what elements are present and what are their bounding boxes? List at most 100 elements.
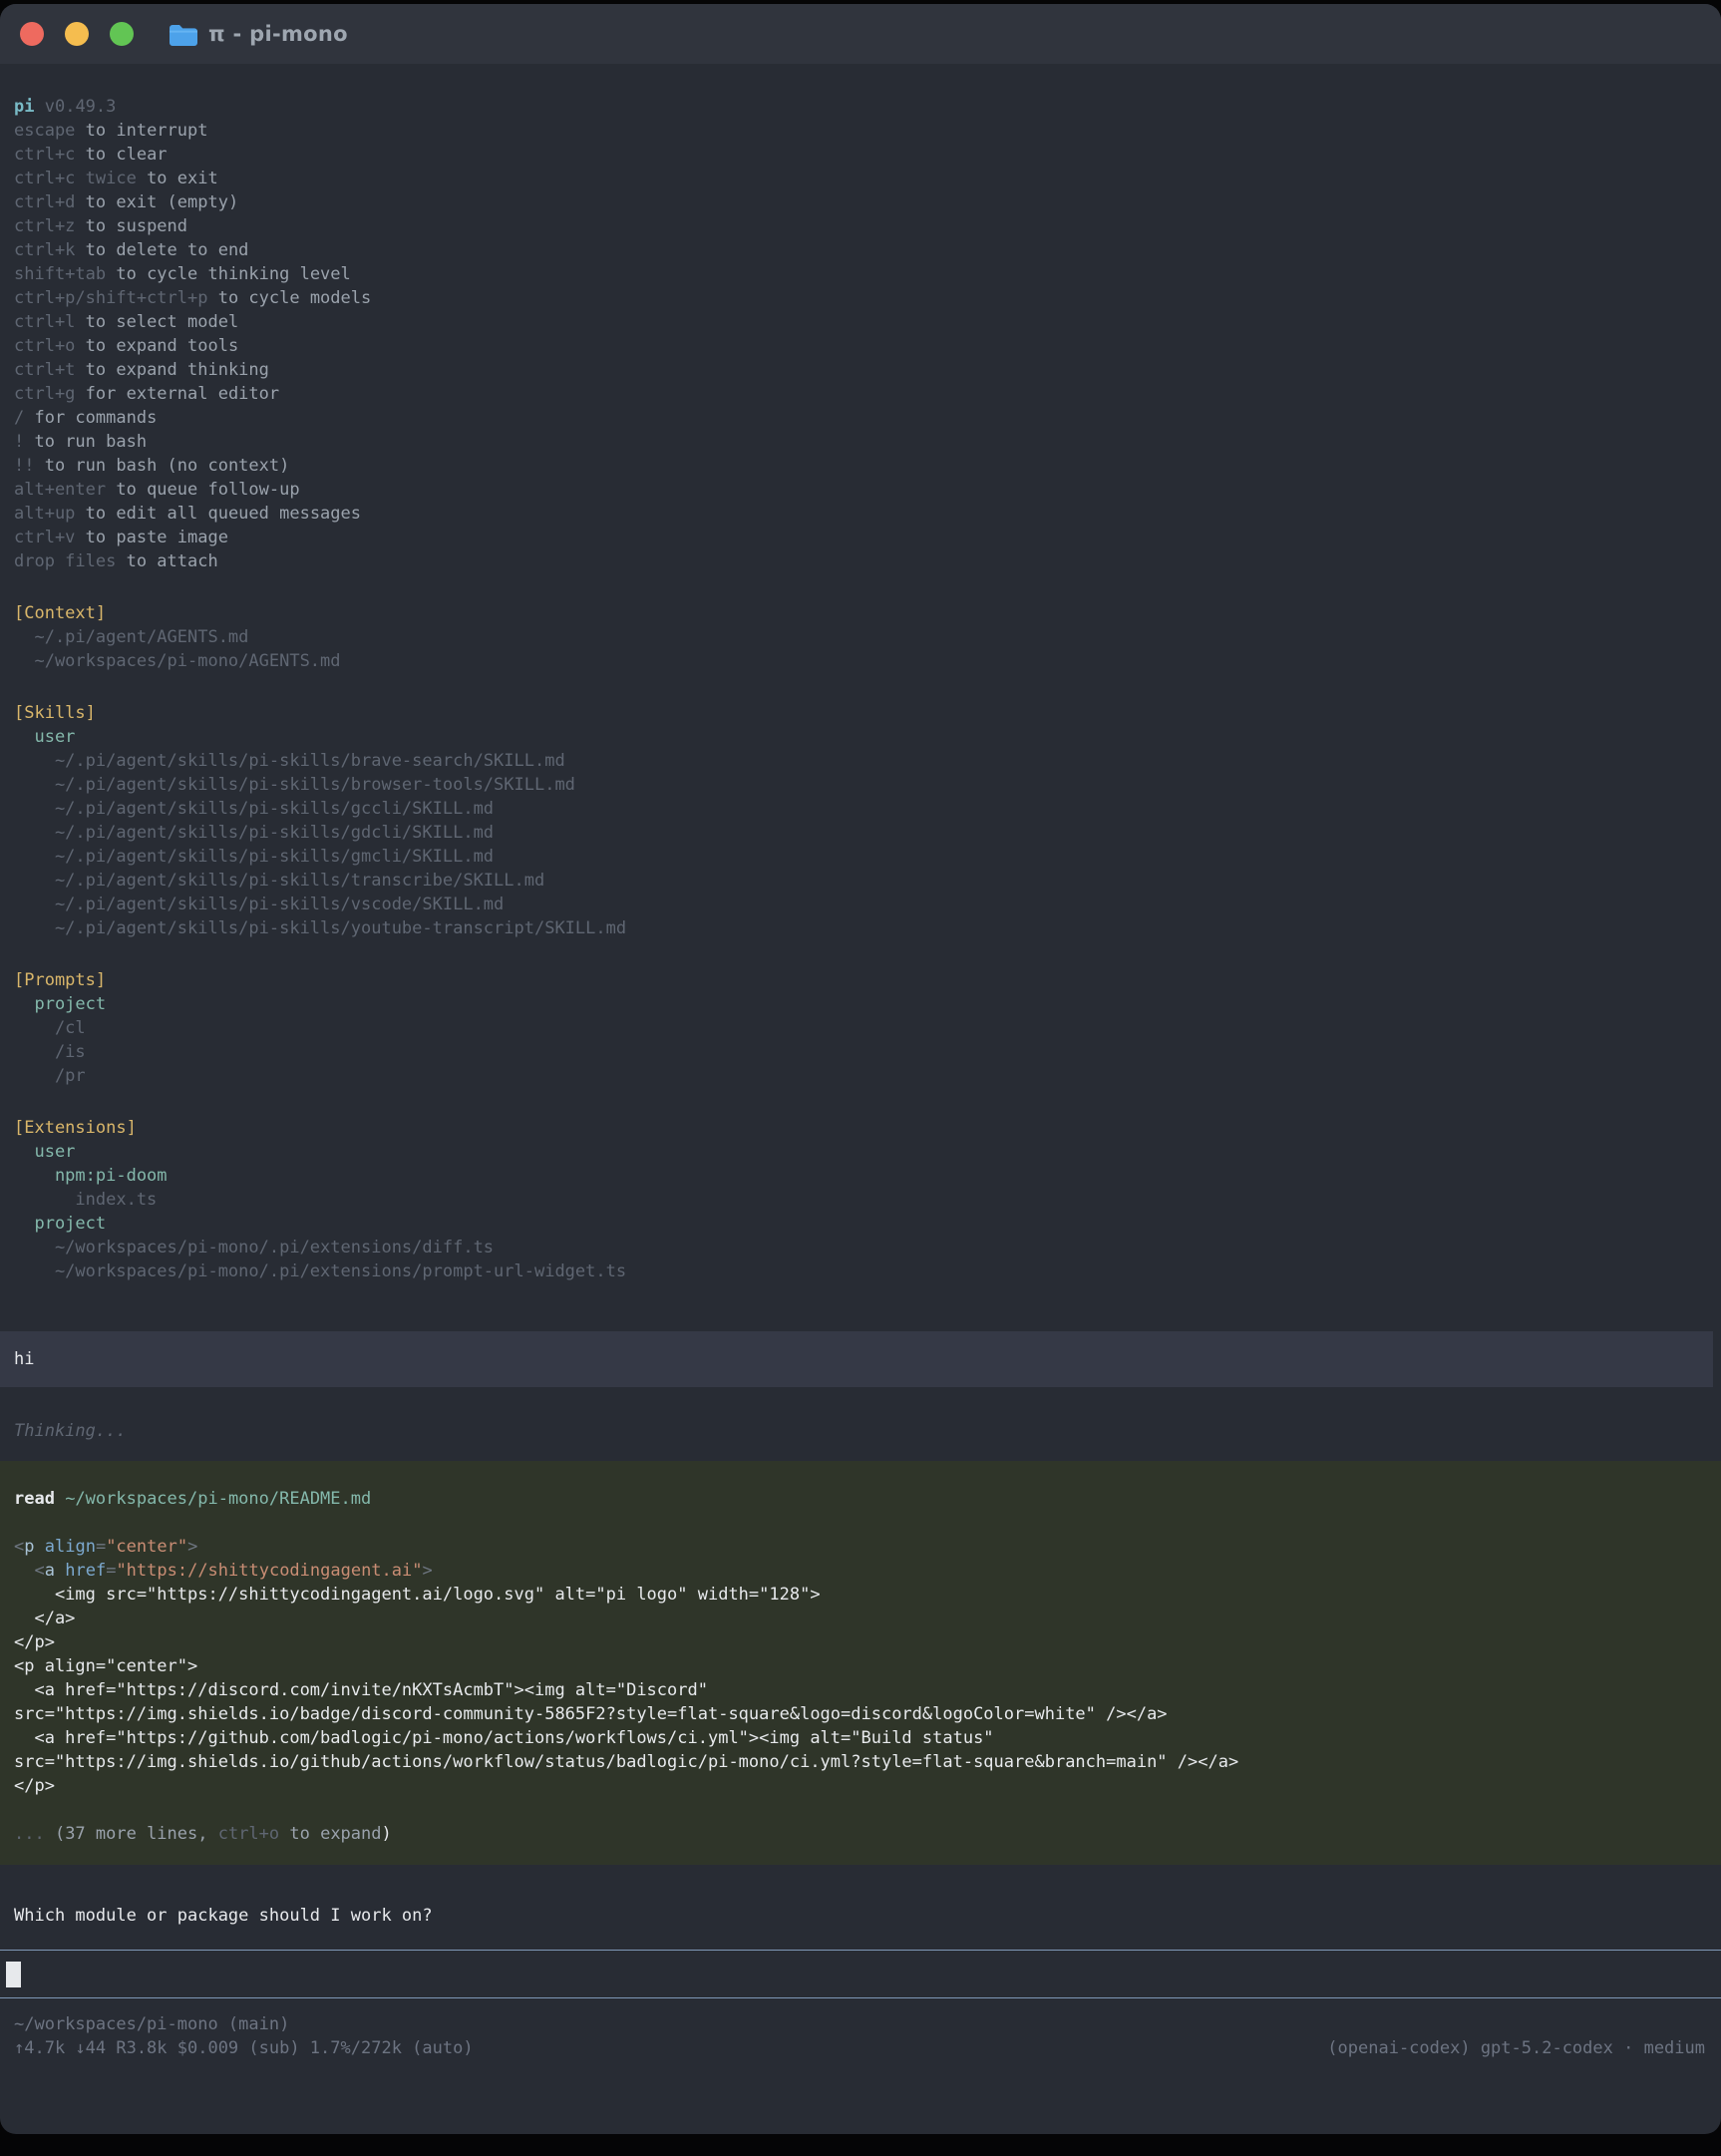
folder-icon <box>168 22 198 47</box>
code-line: ... (37 more lines, ctrl+o to expand) <box>0 1822 1721 1846</box>
shortcut-key: ctrl+c twice <box>14 169 137 188</box>
app-version: v0.49.3 <box>45 97 117 117</box>
shortcut-desc: to run bash (no context) <box>34 456 289 476</box>
section-row: ~/.pi/agent/skills/pi-skills/brave-searc… <box>0 749 1721 773</box>
code-line: <a href="https://github.com/badlogic/pi-… <box>0 1726 1721 1750</box>
shortcut-desc: to cycle thinking level <box>106 264 351 284</box>
shortcut-key: ! <box>14 432 24 452</box>
shortcut-desc: to expand thinking <box>75 360 268 380</box>
section-row: ~/workspaces/pi-mono/.pi/extensions/prom… <box>0 1259 1721 1283</box>
code-segment: a <box>45 1561 55 1581</box>
section-row-text: ~/.pi/agent/skills/pi-skills/gccli/SKILL… <box>55 799 494 819</box>
tool-output-code: <p align="center"> <a href="https://shit… <box>0 1535 1721 1846</box>
section-row: index.ts <box>0 1188 1721 1212</box>
code-segment <box>14 1561 34 1581</box>
code-segment: "center" <box>106 1537 187 1557</box>
code-segment: p <box>24 1537 34 1557</box>
code-line: <p align="center"> <box>0 1654 1721 1678</box>
zoom-button[interactable] <box>110 22 134 46</box>
section-row-text: ~/.pi/agent/skills/pi-skills/youtube-tra… <box>55 918 626 938</box>
code-segment: ctrl+o <box>218 1824 279 1844</box>
code-line: <a href="https://discord.com/invite/nKXT… <box>0 1678 1721 1702</box>
section-header-prompts: [Prompts] <box>0 968 1721 992</box>
code-line: src="https://img.shields.io/badge/discor… <box>0 1702 1721 1726</box>
shortcut-desc: to clear <box>75 145 167 165</box>
shortcut-key: alt+up <box>14 504 75 524</box>
section-header-label: [Extensions] <box>14 1118 137 1138</box>
section-header-skills: [Skills] <box>0 701 1721 725</box>
minimize-button[interactable] <box>65 22 89 46</box>
code-segment: src="https://img.shields.io/badge/discor… <box>14 1704 1168 1724</box>
shortcut-desc: to run bash <box>24 432 147 452</box>
shortcut-key: ctrl+t <box>14 360 75 380</box>
shortcut-row: ctrl+l to select model <box>0 310 1721 334</box>
code-segment: ) <box>382 1824 392 1844</box>
shortcut-key: / <box>14 408 24 428</box>
code-segment: </p> <box>14 1632 55 1652</box>
section-row: ~/workspaces/pi-mono/.pi/extensions/diff… <box>0 1236 1721 1259</box>
section-row-text: ~/workspaces/pi-mono/.pi/extensions/diff… <box>55 1238 494 1258</box>
section-row-text: project <box>34 1214 106 1234</box>
terminal-window: π - pi-mono pi v0.49.3 escape to interru… <box>0 4 1721 2134</box>
code-segment: > <box>187 1537 197 1557</box>
section-row-text: index.ts <box>75 1190 157 1210</box>
code-segment: align <box>45 1537 96 1557</box>
shortcut-desc: to interrupt <box>75 121 207 141</box>
status-row: ↑4.7k ↓44 R3.8k $0.009 (sub) 1.7%/272k (… <box>0 2036 1721 2060</box>
code-segment: (37 more lines, <box>55 1824 218 1844</box>
shortcut-key: ctrl+d <box>14 192 75 212</box>
code-segment: "https://shittycodingagent.ai" <box>116 1561 422 1581</box>
section-header-extensions: [Extensions] <box>0 1116 1721 1140</box>
shortcut-row: ctrl+c twice to exit <box>0 167 1721 190</box>
code-segment: </a> <box>14 1609 75 1628</box>
shortcut-row: shift+tab to cycle thinking level <box>0 262 1721 286</box>
shortcut-key: alt+enter <box>14 480 106 500</box>
code-segment: = <box>106 1561 116 1581</box>
shortcut-row: alt+enter to queue follow-up <box>0 478 1721 502</box>
shortcut-desc: to delete to end <box>75 240 248 260</box>
shortcut-row: !! to run bash (no context) <box>0 454 1721 478</box>
shortcut-key: !! <box>14 456 34 476</box>
section-row-text: user <box>34 1142 75 1162</box>
app-name: pi <box>14 97 34 117</box>
code-line: src="https://img.shields.io/github/actio… <box>0 1750 1721 1774</box>
shortcut-desc: to exit (empty) <box>75 192 238 212</box>
shortcut-key: ctrl+l <box>14 312 75 332</box>
traffic-lights <box>20 22 134 46</box>
section-row-text: /is <box>55 1042 86 1062</box>
code-segment: < <box>34 1561 44 1581</box>
section-row-text: ~/.pi/agent/skills/pi-skills/browser-too… <box>55 775 575 795</box>
section-row-text: ~/workspaces/pi-mono/.pi/extensions/prom… <box>55 1261 626 1281</box>
section-row: ~/.pi/agent/AGENTS.md <box>0 625 1721 649</box>
close-button[interactable] <box>20 22 44 46</box>
tool-arg: ~/workspaces/pi-mono/README.md <box>55 1489 371 1509</box>
shortcut-desc: to exit <box>137 169 218 188</box>
shortcut-desc: to select model <box>75 312 238 332</box>
prompt-input[interactable] <box>0 1950 1721 1998</box>
shortcut-row: ctrl+z to suspend <box>0 214 1721 238</box>
code-segment <box>35 1537 45 1557</box>
shortcut-row: alt+up to edit all queued messages <box>0 502 1721 526</box>
code-segment: <a href="https://github.com/badlogic/pi-… <box>14 1728 994 1748</box>
user-message-panel: hi <box>0 1331 1713 1387</box>
tool-call-block: read ~/workspaces/pi-mono/README.md <p a… <box>0 1461 1721 1865</box>
section-row: ~/.pi/agent/skills/pi-skills/gmcli/SKILL… <box>0 845 1721 869</box>
code-segment: href <box>65 1561 106 1581</box>
code-line: <img src="https://shittycodingagent.ai/l… <box>0 1583 1721 1607</box>
code-line: <p align="center"> <box>0 1535 1721 1559</box>
code-segment <box>55 1561 65 1581</box>
section-row: ~/.pi/agent/skills/pi-skills/gdcli/SKILL… <box>0 821 1721 845</box>
shortcut-desc: to expand tools <box>75 336 238 356</box>
section-header-label: [Prompts] <box>14 970 106 990</box>
shortcut-row: escape to interrupt <box>0 119 1721 143</box>
shortcut-row: ctrl+k to delete to end <box>0 238 1721 262</box>
shortcut-row: ctrl+g for external editor <box>0 382 1721 406</box>
shortcut-key: ctrl+g <box>14 384 75 404</box>
shortcut-key: ctrl+k <box>14 240 75 260</box>
section-row: /cl <box>0 1016 1721 1040</box>
code-segment: <a href="https://discord.com/invite/nKXT… <box>14 1680 708 1700</box>
section-row: project <box>0 992 1721 1016</box>
titlebar: π - pi-mono <box>0 4 1721 64</box>
shortcut-desc: to edit all queued messages <box>75 504 361 524</box>
shortcut-key: ctrl+p/shift+ctrl+p <box>14 288 207 308</box>
